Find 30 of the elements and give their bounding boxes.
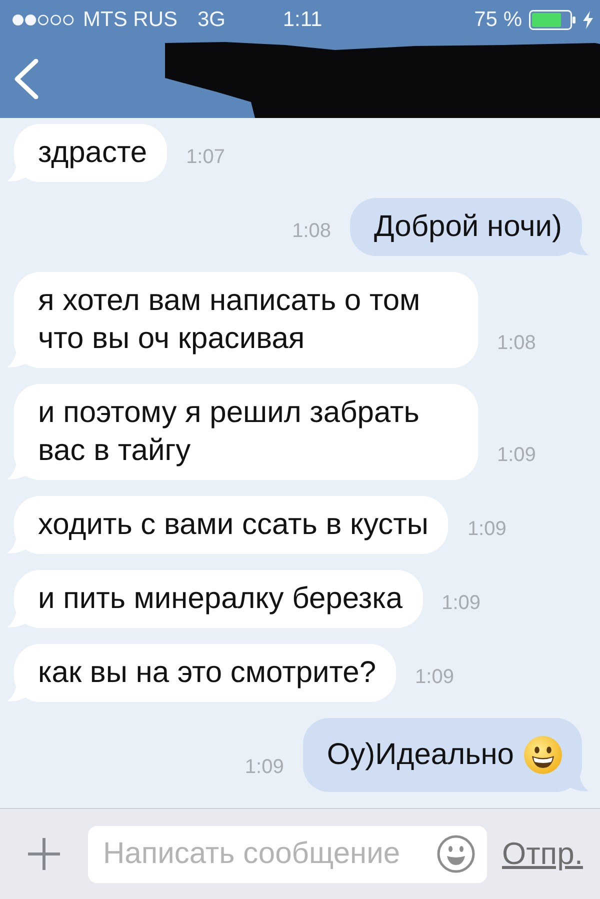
message-time: 1:09 [415,666,454,689]
grinning-face-icon [524,736,562,774]
message-time: 1:09 [497,444,536,467]
back-button[interactable] [13,59,39,99]
message-time: 1:08 [292,220,332,243]
battery-icon [529,10,576,30]
message-text: здрасте [38,135,148,171]
message-time: 1:07 [186,146,225,169]
plus-icon [27,837,61,871]
clock-time: 1:11 [282,8,322,32]
signal-strength-icon [12,14,75,26]
add-button[interactable] [26,836,62,872]
message-time: 1:08 [497,332,536,355]
network-type: 3G [198,8,226,32]
message-text: как вы на это смотрите? [38,655,376,691]
chevron-icon [13,59,39,99]
message-time: 1:09 [467,518,506,541]
message-text: Оу)Идеально [326,737,514,773]
battery-percentage: 75 % [474,8,522,32]
send-button[interactable]: Отпр. [502,836,583,872]
message-input-field[interactable]: Написать сообщение [88,826,487,882]
message-text: и пить минералку березка [38,581,403,617]
message-text: и поэтому я решил забрать вас в тайгу [38,395,420,469]
message-text: ходить с вами ссать в кусты [38,507,428,543]
message-time: 1:09 [244,756,284,779]
smiley-icon[interactable] [437,835,475,873]
message-time: 1:09 [442,592,481,615]
message-text: Доброй ночи) [374,209,562,245]
message-text: я хотел вам написать о том что вы оч красивая [38,283,422,357]
carrier-name: MTS RUS [83,8,178,32]
